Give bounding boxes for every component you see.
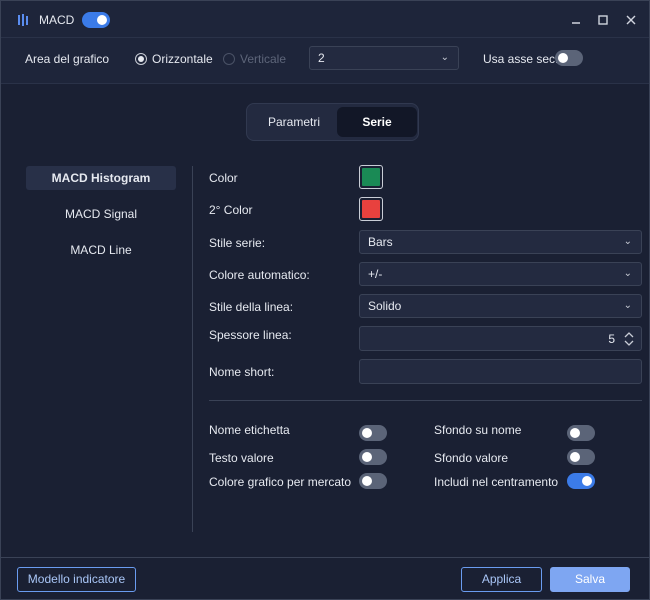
- indicator-enabled-toggle[interactable]: [82, 12, 110, 28]
- tab-parametri[interactable]: Parametri: [251, 107, 337, 137]
- label-name-toggle[interactable]: [359, 425, 387, 441]
- window-title: MACD: [39, 13, 75, 27]
- maximize-icon[interactable]: [593, 10, 613, 30]
- value-bg-toggle[interactable]: [567, 449, 595, 465]
- chart-area-select[interactable]: 2 ⌄: [309, 46, 459, 70]
- indicator-dialog: MACD Area del grafico Orizzontale Vertic…: [0, 0, 650, 600]
- close-icon[interactable]: [621, 10, 641, 30]
- series-style-label: Stile serie:: [209, 236, 266, 250]
- radio-vertical[interactable]: [223, 53, 235, 65]
- chart-area-toolbar: Area del grafico Orizzontale Verticale 2…: [1, 38, 649, 84]
- vertical-divider: [192, 166, 193, 532]
- value-bg-label: Sfondo valore: [434, 451, 509, 465]
- short-name-label: Nome short:: [209, 365, 275, 379]
- line-width-label: Spessore linea:: [209, 328, 292, 342]
- series-style-value: Bars: [368, 235, 393, 249]
- radio-horizontal[interactable]: [135, 53, 147, 65]
- radio-horizontal-label[interactable]: Orizzontale: [152, 52, 213, 66]
- include-centering-label: Includi nel centramento: [434, 475, 559, 489]
- short-name-input[interactable]: [359, 359, 642, 384]
- include-centering-toggle[interactable]: [567, 473, 595, 489]
- stepper-arrows-icon[interactable]: [624, 332, 634, 346]
- nav-item-macd-signal[interactable]: MACD Signal: [26, 202, 176, 226]
- color-swatch[interactable]: [359, 165, 383, 189]
- line-style-value: Solido: [368, 299, 402, 313]
- secondary-axis-label: Usa asse sec.: [483, 52, 559, 66]
- footer: Modello indicatore Applica Salva: [1, 557, 649, 599]
- indicator-template-button[interactable]: Modello indicatore: [17, 567, 136, 592]
- tab-serie[interactable]: Serie: [337, 107, 417, 137]
- value-text-toggle[interactable]: [359, 449, 387, 465]
- value-text-label: Testo valore: [209, 451, 274, 465]
- color2-swatch-fill: [362, 200, 380, 218]
- chevron-down-icon: ⌄: [440, 52, 449, 63]
- auto-color-label: Colore automatico:: [209, 268, 310, 282]
- line-style-select[interactable]: Solido ⌄: [359, 294, 642, 318]
- line-width-value: 5: [608, 332, 615, 346]
- save-button[interactable]: Salva: [550, 567, 630, 592]
- series-style-select[interactable]: Bars ⌄: [359, 230, 642, 254]
- market-color-toggle[interactable]: [359, 473, 387, 489]
- color2-swatch[interactable]: [359, 197, 383, 221]
- color-label: Color: [209, 171, 238, 185]
- color2-label: 2° Color: [209, 203, 253, 217]
- label-name-label: Nome etichetta: [209, 423, 290, 437]
- minimize-icon[interactable]: [566, 10, 586, 30]
- line-style-label: Stile della linea:: [209, 300, 294, 314]
- apply-button[interactable]: Applica: [461, 567, 542, 592]
- section-divider: [209, 400, 642, 401]
- line-width-stepper[interactable]: 5: [359, 326, 642, 351]
- color-swatch-fill: [362, 168, 380, 186]
- name-bg-toggle[interactable]: [567, 425, 595, 441]
- title-bar: MACD: [1, 1, 649, 38]
- tab-bar: Parametri Serie: [246, 103, 419, 141]
- nav-item-macd-line[interactable]: MACD Line: [26, 238, 176, 262]
- chevron-down-icon: ⌄: [623, 236, 632, 247]
- name-bg-label: Sfondo su nome: [434, 423, 522, 437]
- auto-color-value: +/-: [368, 267, 383, 281]
- chevron-down-icon: ⌄: [623, 300, 632, 311]
- chevron-down-icon: ⌄: [623, 268, 632, 279]
- chart-area-value: 2: [318, 51, 325, 65]
- secondary-axis-toggle[interactable]: [555, 50, 583, 66]
- auto-color-select[interactable]: +/- ⌄: [359, 262, 642, 286]
- radio-vertical-label[interactable]: Verticale: [240, 52, 286, 66]
- nav-item-macd-histogram[interactable]: MACD Histogram: [26, 166, 176, 190]
- chart-area-label: Area del grafico: [25, 52, 110, 66]
- market-color-label: Colore grafico per mercato: [209, 475, 352, 489]
- indicator-icon: [18, 14, 28, 26]
